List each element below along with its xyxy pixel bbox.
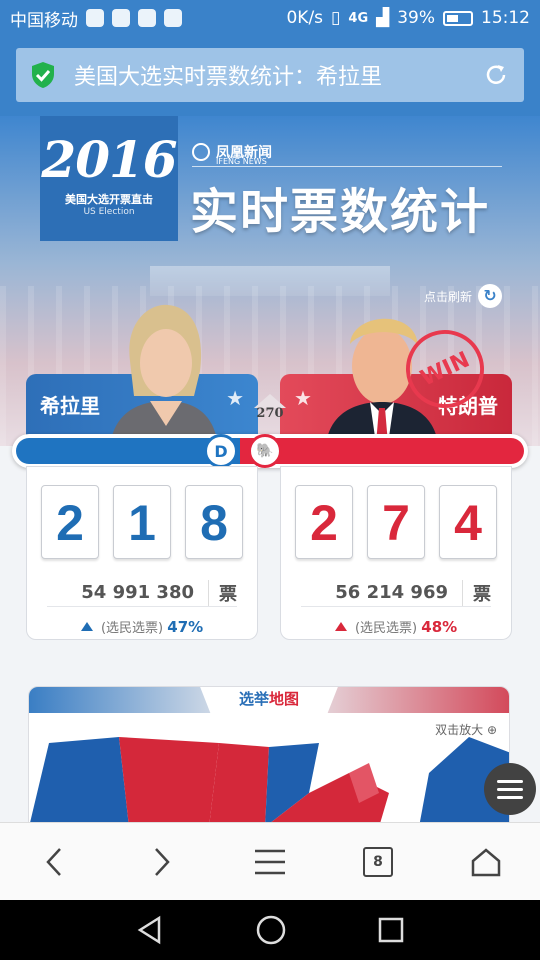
carrier-label: 中国移动 xyxy=(10,10,78,31)
tabs-button[interactable]: 8 xyxy=(353,837,403,887)
vote-share-value: 48% xyxy=(421,618,458,636)
battery-icon xyxy=(443,10,473,26)
refresh-icon: ↻ xyxy=(478,284,502,308)
page-title: 美国大选实时票数统计：希拉里 xyxy=(74,65,383,90)
threshold-label: 270 xyxy=(256,406,284,421)
headline: 实时票数统计 xyxy=(190,184,491,240)
popular-votes: 54 991 380 票 xyxy=(47,579,237,607)
popular-votes: 56 214 969 票 xyxy=(301,579,491,607)
signal-icon: ▟ xyxy=(376,8,390,28)
vote-share: (选民选票) 48% xyxy=(281,617,511,636)
reload-icon[interactable] xyxy=(482,61,510,89)
vote-share-label: (选民选票) xyxy=(100,621,164,636)
home-icon xyxy=(471,847,501,876)
floating-menu-button[interactable] xyxy=(484,763,536,815)
network-speed: 0K/s xyxy=(286,8,324,28)
network-type: 4G xyxy=(348,10,369,26)
tab-count: 8 xyxy=(363,846,393,877)
system-navigation-bar xyxy=(0,900,540,960)
clock: 15:12 xyxy=(481,8,530,28)
digit: 2 xyxy=(295,485,353,559)
digit: 1 xyxy=(113,485,171,559)
votes-unit: 票 xyxy=(208,579,237,606)
notification-app-icon xyxy=(86,9,104,27)
chevron-right-icon xyxy=(155,847,170,876)
secure-shield-icon xyxy=(32,62,54,88)
score-card-trump: 2 7 4 56 214 969 票 (选民选票) 48% xyxy=(280,466,512,640)
menu-button[interactable] xyxy=(245,837,295,887)
electoral-count: 2 1 8 xyxy=(41,485,243,559)
map-tab: 选举地图 xyxy=(197,687,341,723)
nav-home-icon[interactable] xyxy=(255,914,287,946)
digit: 2 xyxy=(41,485,99,559)
brand-name-en: IFENG NEWS xyxy=(216,157,267,166)
nav-recents-icon[interactable] xyxy=(377,916,405,944)
arrow-up-icon xyxy=(80,622,93,631)
divider xyxy=(192,166,502,167)
chevron-left-icon xyxy=(46,847,61,876)
electoral-map-card[interactable]: 选举地图 双击放大 ⊕ xyxy=(28,686,510,826)
address-bar[interactable]: 美国大选实时票数统计：希拉里 xyxy=(16,48,524,102)
democrat-badge: D xyxy=(204,434,238,468)
map-tab-label-2: 地图 xyxy=(269,690,300,708)
browser-screen: 中国移动 0K/s ▯ 4G ▟ 39% 15:12 美国大选实时票数统计：希拉… xyxy=(0,0,540,960)
republican-elephant-icon: 🐘 xyxy=(248,434,282,468)
browser-toolbar: 8 xyxy=(0,822,540,900)
notification-app-icon xyxy=(112,9,130,27)
us-map[interactable] xyxy=(29,733,510,826)
year-subtitle: 美国大选开票直击 xyxy=(65,193,153,206)
ifeng-logo-icon xyxy=(192,143,210,161)
score-card-clinton: 2 1 8 54 991 380 票 (选民选票) 47% xyxy=(26,466,258,640)
battery-percent: 39% xyxy=(397,8,435,28)
nav-back-icon[interactable] xyxy=(135,915,165,945)
votes-unit: 票 xyxy=(462,579,491,606)
back-button[interactable] xyxy=(29,837,79,887)
popular-vote-count: 56 214 969 xyxy=(335,582,448,603)
address-bar-area: 美国大选实时票数统计：希拉里 xyxy=(0,36,540,116)
map-state[interactable] xyxy=(29,737,129,826)
vibrate-icon: ▯ xyxy=(331,8,341,28)
arrow-up-icon xyxy=(334,622,347,631)
vote-share-value: 47% xyxy=(167,618,204,636)
year-panel: 2016 美国大选开票直击 US Election xyxy=(40,116,178,241)
weibo-icon xyxy=(164,9,182,27)
map-state[interactable] xyxy=(119,737,219,826)
forward-button[interactable] xyxy=(137,837,187,887)
year-label: 2016 xyxy=(41,130,177,189)
brand-logo: 凤凰新闻 IFENG NEWS xyxy=(192,142,272,166)
vote-share: (选民选票) 47% xyxy=(27,617,257,636)
progress-fill-republican xyxy=(240,438,524,464)
menu-icon xyxy=(255,849,285,874)
digit: 8 xyxy=(185,485,243,559)
home-button[interactable] xyxy=(461,837,511,887)
map-state[interactable] xyxy=(209,743,269,826)
refresh-label: 点击刷新 xyxy=(423,289,472,304)
popular-vote-count: 54 991 380 xyxy=(81,582,194,603)
map-tab-label-1: 选举 xyxy=(238,690,269,708)
status-bar: 中国移动 0K/s ▯ 4G ▟ 39% 15:12 xyxy=(0,0,540,36)
vote-share-label: (选民选票) xyxy=(354,621,418,636)
qq-icon xyxy=(138,9,156,27)
digit: 7 xyxy=(367,485,425,559)
electoral-count: 2 7 4 xyxy=(295,485,497,559)
digit: 4 xyxy=(439,485,497,559)
year-subtitle-en: US Election xyxy=(83,207,135,217)
